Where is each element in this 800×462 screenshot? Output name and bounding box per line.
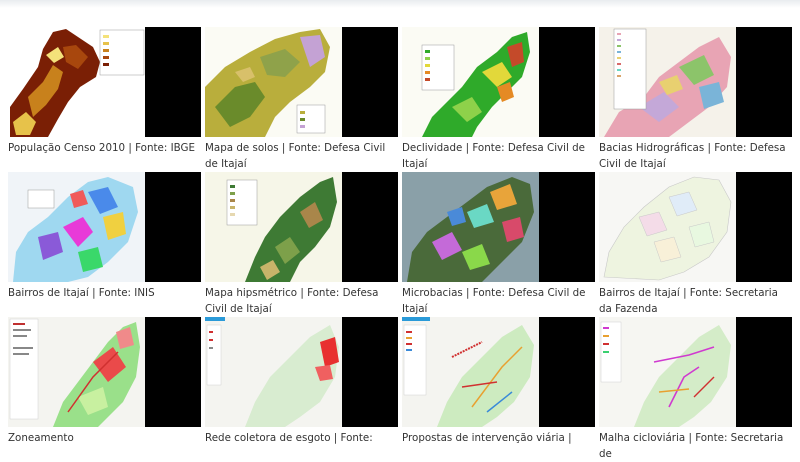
gallery-item[interactable]: Declividade | Fonte: Defesa Civil de Ita… [402, 27, 599, 172]
gallery-item[interactable]: População Censo 2010 | Fonte: IBGE [8, 27, 205, 157]
map-caption: Zoneamento [8, 432, 74, 444]
map-caption: Propostas de intervenção viária | [402, 432, 572, 444]
gallery-item[interactable]: Bairros de Itajaí | Fonte: Secretaria da… [599, 172, 796, 317]
gallery-item[interactable]: Mapa de solos | Fonte: Defesa Civil de I… [205, 27, 402, 172]
map-caption: População Censo 2010 | Fonte: IBGE [8, 142, 196, 154]
map-caption: Microbacias | Fonte: Defesa Civil de Ita… [402, 287, 586, 315]
map-caption: Declividade | Fonte: Defesa Civil de Ita… [402, 142, 586, 170]
gallery-item[interactable]: Rede coletora de esgoto | Fonte: [205, 317, 402, 447]
map-caption: Bairros de Itajaí | Fonte: Secretaria da… [599, 287, 778, 315]
map-thumbnail[interactable] [599, 317, 792, 427]
gallery-item[interactable]: Zoneamento [8, 317, 205, 447]
gallery-item[interactable]: Bacias Hidrográficas | Fonte: Defesa Civ… [599, 27, 796, 172]
map-thumbnail[interactable] [205, 172, 398, 282]
gallery-item[interactable]: Mapa hipsmétrico | Fonte: Defesa Civil d… [205, 172, 402, 317]
gallery-item[interactable]: Bairros de Itajaí | Fonte: INIS [8, 172, 205, 302]
map-caption: Bairros de Itajaí | Fonte: INIS [8, 287, 155, 299]
map-caption: Mapa de solos | Fonte: Defesa Civil de I… [205, 142, 386, 170]
map-thumbnail[interactable] [599, 172, 792, 282]
map-thumbnail[interactable] [8, 317, 201, 427]
gallery-item[interactable]: Microbacias | Fonte: Defesa Civil de Ita… [402, 172, 599, 317]
map-caption: Mapa hipsmétrico | Fonte: Defesa Civil d… [205, 287, 379, 315]
map-gallery: População Censo 2010 | Fonte: IBGE Mapa … [0, 0, 800, 460]
gallery-item[interactable]: Propostas de intervenção viária | [402, 317, 599, 447]
map-thumbnail[interactable] [599, 27, 792, 137]
map-caption: Bacias Hidrográficas | Fonte: Defesa Civ… [599, 142, 786, 170]
map-thumbnail[interactable] [402, 27, 595, 137]
map-thumbnail[interactable] [402, 172, 595, 282]
gallery-item[interactable]: Malha cicloviária | Fonte: Secretaria de [599, 317, 796, 462]
map-thumbnail[interactable] [205, 317, 398, 427]
map-thumbnail[interactable] [402, 317, 595, 427]
map-thumbnail[interactable] [205, 27, 398, 137]
map-caption: Rede coletora de esgoto | Fonte: [205, 432, 373, 444]
map-caption: Malha cicloviária | Fonte: Secretaria de [599, 432, 784, 460]
map-thumbnail[interactable] [8, 172, 201, 282]
map-thumbnail[interactable] [8, 27, 201, 137]
